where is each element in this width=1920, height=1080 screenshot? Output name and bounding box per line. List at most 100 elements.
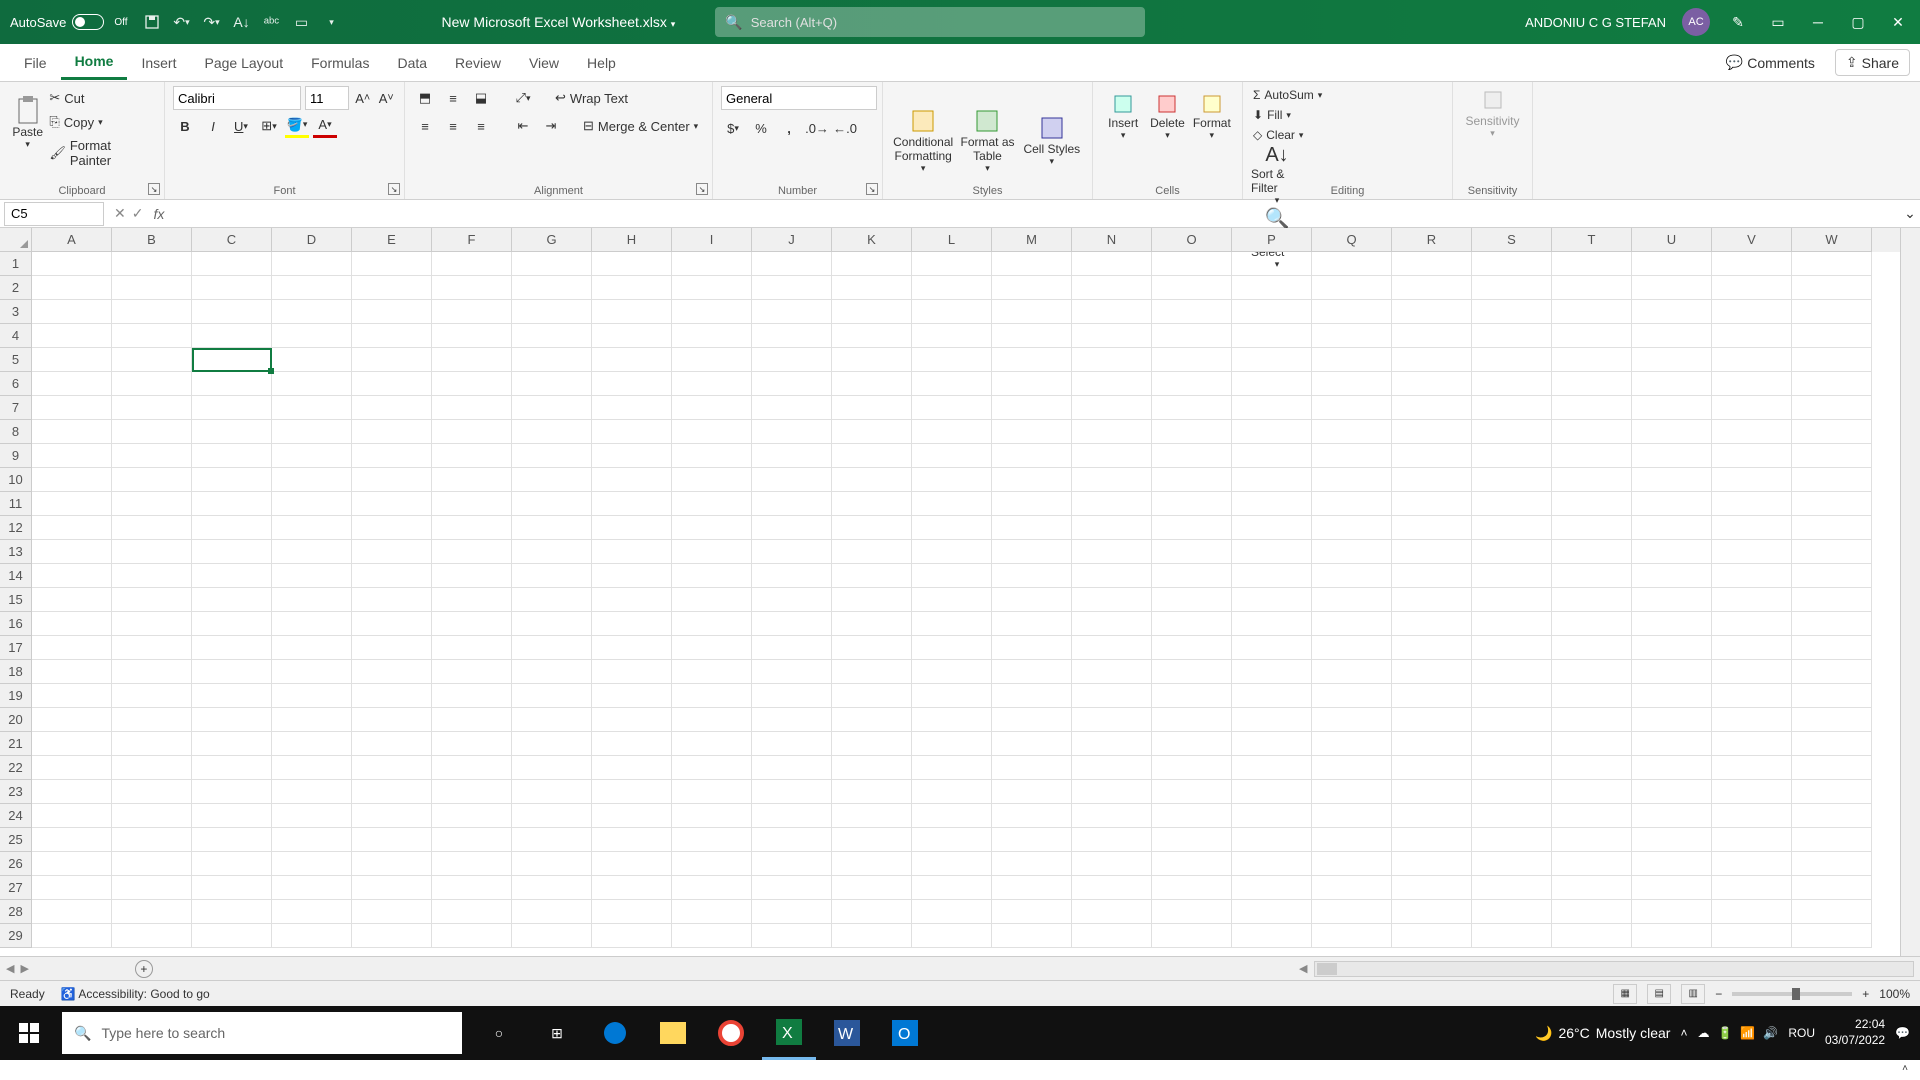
cell[interactable]	[32, 828, 112, 852]
row-header[interactable]: 2	[0, 276, 32, 300]
cell[interactable]	[912, 252, 992, 276]
cell[interactable]	[1792, 588, 1872, 612]
cell[interactable]	[272, 684, 352, 708]
cell[interactable]	[1312, 276, 1392, 300]
cell[interactable]	[672, 420, 752, 444]
cell[interactable]	[1392, 276, 1472, 300]
cell[interactable]	[1392, 708, 1472, 732]
wrap-text-button[interactable]: ↩Wrap Text	[553, 88, 630, 108]
cell[interactable]	[752, 612, 832, 636]
cell[interactable]	[752, 756, 832, 780]
cell[interactable]	[912, 372, 992, 396]
cell[interactable]	[992, 300, 1072, 324]
cell[interactable]	[1312, 636, 1392, 660]
cell[interactable]	[1392, 780, 1472, 804]
cell[interactable]	[32, 372, 112, 396]
cell[interactable]	[1392, 924, 1472, 948]
cell[interactable]	[1232, 420, 1312, 444]
cell[interactable]	[432, 900, 512, 924]
cell[interactable]	[192, 924, 272, 948]
cell[interactable]	[192, 780, 272, 804]
cell[interactable]	[1712, 348, 1792, 372]
column-header[interactable]: R	[1392, 228, 1472, 252]
decrease-indent-icon[interactable]: ⇤	[511, 114, 535, 138]
cell[interactable]	[32, 636, 112, 660]
cell[interactable]	[752, 540, 832, 564]
cell[interactable]	[272, 492, 352, 516]
cell[interactable]	[912, 324, 992, 348]
cell[interactable]	[272, 252, 352, 276]
cell[interactable]	[352, 612, 432, 636]
cell[interactable]	[272, 900, 352, 924]
cell[interactable]	[752, 252, 832, 276]
cell[interactable]	[1232, 756, 1312, 780]
cell[interactable]	[832, 516, 912, 540]
cell[interactable]	[1632, 468, 1712, 492]
cell[interactable]	[1472, 276, 1552, 300]
cell[interactable]	[112, 372, 192, 396]
delete-cells-button[interactable]: Delete▾	[1145, 86, 1189, 195]
increase-indent-icon[interactable]: ⇥	[539, 114, 563, 138]
weather-widget[interactable]: 🌙 26°C Mostly clear	[1535, 1025, 1670, 1042]
cell[interactable]	[1792, 924, 1872, 948]
cell[interactable]	[432, 756, 512, 780]
excel-icon[interactable]: X	[762, 1006, 816, 1060]
cell[interactable]	[1472, 900, 1552, 924]
column-header[interactable]: E	[352, 228, 432, 252]
cell[interactable]	[192, 588, 272, 612]
page-layout-view-icon[interactable]: ▤	[1647, 984, 1671, 1004]
cell[interactable]	[1712, 588, 1792, 612]
cell[interactable]	[1472, 828, 1552, 852]
clipboard-launcher[interactable]: ↘	[148, 183, 160, 195]
sensitivity-button[interactable]: Sensitivity▾	[1461, 86, 1524, 139]
tab-home[interactable]: Home	[61, 45, 128, 80]
cell[interactable]	[32, 276, 112, 300]
cell[interactable]	[592, 276, 672, 300]
cell[interactable]	[1152, 492, 1232, 516]
cell[interactable]	[512, 828, 592, 852]
cell[interactable]	[1392, 372, 1472, 396]
cell[interactable]	[832, 444, 912, 468]
cell[interactable]	[832, 540, 912, 564]
cell[interactable]	[992, 588, 1072, 612]
cell[interactable]	[752, 708, 832, 732]
cell[interactable]	[272, 372, 352, 396]
row-header[interactable]: 19	[0, 684, 32, 708]
cell[interactable]	[832, 828, 912, 852]
cell[interactable]	[352, 684, 432, 708]
hscroll-thumb[interactable]	[1317, 963, 1337, 975]
conditional-formatting-button[interactable]: Conditional Formatting▾	[891, 86, 955, 195]
row-header[interactable]: 27	[0, 876, 32, 900]
cell[interactable]	[432, 324, 512, 348]
cell[interactable]	[592, 252, 672, 276]
cell[interactable]	[1472, 468, 1552, 492]
cell[interactable]	[1552, 732, 1632, 756]
cell[interactable]	[512, 732, 592, 756]
cell[interactable]	[1392, 516, 1472, 540]
column-header[interactable]: N	[1072, 228, 1152, 252]
cell[interactable]	[592, 588, 672, 612]
cell[interactable]	[1712, 756, 1792, 780]
cell[interactable]	[1072, 396, 1152, 420]
cell[interactable]	[272, 852, 352, 876]
cell[interactable]	[32, 780, 112, 804]
cell[interactable]	[1472, 372, 1552, 396]
cell[interactable]	[512, 900, 592, 924]
cell[interactable]	[1552, 348, 1632, 372]
cell[interactable]	[1552, 468, 1632, 492]
number-launcher[interactable]: ↘	[866, 183, 878, 195]
cell[interactable]	[1152, 420, 1232, 444]
cell[interactable]	[592, 492, 672, 516]
cell[interactable]	[32, 876, 112, 900]
cell[interactable]	[1632, 708, 1712, 732]
cell[interactable]	[1152, 660, 1232, 684]
notifications-icon[interactable]: 💬	[1895, 1026, 1910, 1040]
cell[interactable]	[992, 876, 1072, 900]
cell[interactable]	[1072, 732, 1152, 756]
cell[interactable]	[1792, 900, 1872, 924]
cell[interactable]	[1552, 852, 1632, 876]
cell[interactable]	[912, 468, 992, 492]
cell[interactable]	[112, 636, 192, 660]
cell[interactable]	[1152, 444, 1232, 468]
cell[interactable]	[672, 300, 752, 324]
